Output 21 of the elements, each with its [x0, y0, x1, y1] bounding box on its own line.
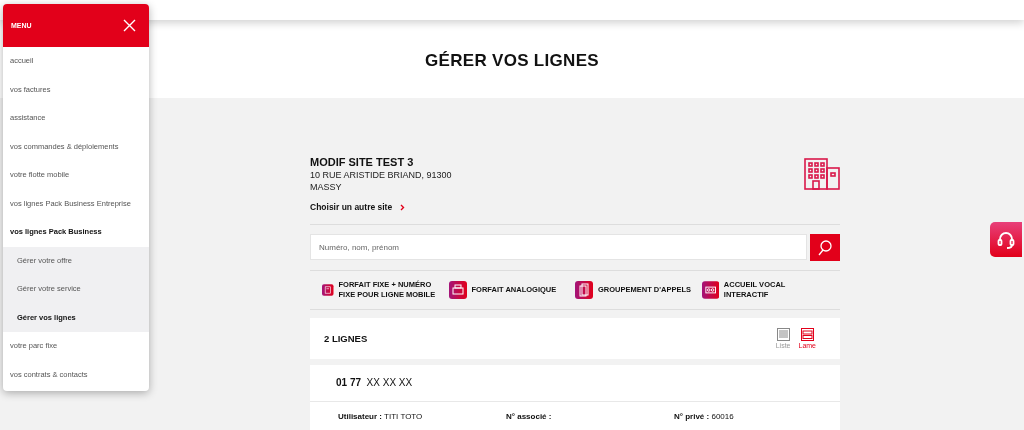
site-address: MASSY: [310, 182, 343, 192]
site-name: MODIF SITE TEST 3: [310, 156, 415, 168]
detail-field: Utilisateur : TITI TOTO: [338, 411, 506, 430]
search-field[interactable]: Numéro, nom, prénom: [310, 234, 807, 260]
page-title: GÉRER VOS LIGNES: [425, 51, 599, 71]
support-button[interactable]: [990, 222, 1022, 257]
close-button[interactable]: [123, 19, 136, 32]
lines-count: 2 LIGNES: [324, 332, 368, 344]
fax-icon: [448, 280, 467, 299]
site-address: 10 RUE ARISTIDE BRIAND, 91300: [310, 170, 452, 180]
search-icon: [818, 239, 832, 256]
headset-icon: [996, 229, 1016, 250]
detail-field: N° associé :: [506, 411, 674, 430]
group-icon: [575, 280, 593, 299]
chevron-icon: [400, 203, 406, 211]
voicemail-icon: [701, 280, 719, 299]
detail-field: N° privé : 60016: [674, 411, 840, 430]
search-button[interactable]: [810, 234, 840, 261]
building-icon: [804, 158, 840, 190]
line-number: 01 77 XX XX XX: [336, 377, 413, 388]
change-site-link[interactable]: Choisir un autre site: [310, 202, 452, 212]
